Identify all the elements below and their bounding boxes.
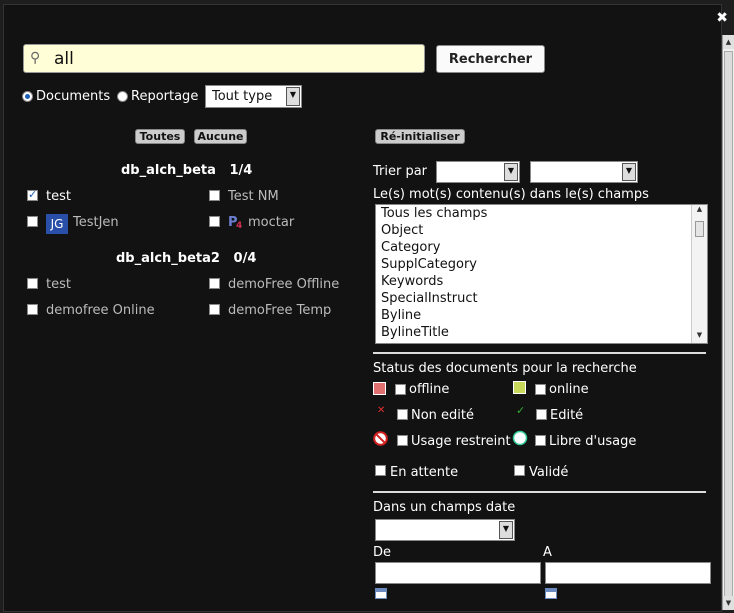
checkbox-testjen[interactable] <box>27 216 38 227</box>
online-square-icon <box>513 381 526 394</box>
db-title: db_alch_beta 1/4 <box>121 163 252 178</box>
date-field-select[interactable]: ▼ <box>375 519 515 541</box>
divider <box>373 491 706 493</box>
avatar-jg-icon: JG <box>46 214 68 234</box>
radio-reportage-label: Reportage <box>131 89 199 104</box>
db-item-label: demoFree Offline <box>228 277 340 292</box>
db-count: 1/4 <box>229 163 253 178</box>
checkbox-edite[interactable] <box>536 409 547 420</box>
checkbox-test-2[interactable] <box>27 278 38 289</box>
circle-icon <box>512 430 528 446</box>
status-label: Libre d'usage <box>549 434 637 449</box>
list-item[interactable]: Object <box>376 222 707 239</box>
sort-label: Trier par <box>373 164 428 179</box>
scroll-down-icon[interactable]: ▼ <box>723 596 734 610</box>
check-icon: ✓ <box>516 404 526 417</box>
checkbox-moctar[interactable] <box>209 216 220 227</box>
status-label: Non edité <box>411 408 475 423</box>
db-item-label: TestJen <box>73 215 119 230</box>
list-item[interactable]: SpecialInstruct <box>376 290 707 307</box>
checkbox-offline[interactable] <box>395 384 406 395</box>
divider <box>373 352 706 354</box>
no-entry-icon <box>373 431 388 446</box>
status-label: offline <box>409 382 450 397</box>
dialog-scrollbar[interactable]: ▲ ▼ <box>722 35 734 610</box>
db-name: db_alch_beta2 <box>116 251 220 266</box>
scroll-up-icon[interactable]: ▲ <box>692 205 707 217</box>
list-item[interactable]: Tous les champs <box>376 205 707 222</box>
db-item-label: demoFree Temp <box>228 303 332 318</box>
checkbox-non-edite[interactable] <box>397 409 408 420</box>
checkbox-demofree-temp[interactable] <box>209 304 220 315</box>
db-item-label: demofree Online <box>46 303 155 318</box>
date-title: Dans un champs date <box>373 500 516 515</box>
search-input-value: all <box>54 49 74 69</box>
db-name: db_alch_beta <box>121 163 216 178</box>
avatar-p-icon: P4 <box>228 215 243 231</box>
chevron-down-icon: ▼ <box>622 163 636 181</box>
fields-label: Le(s) mot(s) contenu(s) dans le(s) champ… <box>373 187 649 202</box>
scroll-up-icon[interactable]: ▲ <box>723 35 734 49</box>
list-item[interactable]: SupplCategory <box>376 256 707 273</box>
scroll-thumb[interactable] <box>695 221 704 237</box>
radio-documents-label: Documents <box>36 89 111 104</box>
type-select-value: Tout type <box>212 89 273 104</box>
checkbox-demofree-offline[interactable] <box>209 278 220 289</box>
list-item[interactable]: Keywords <box>376 273 707 290</box>
checkbox-valide[interactable] <box>514 465 525 476</box>
offline-square-icon <box>373 382 386 395</box>
status-label: Validé <box>529 465 569 480</box>
from-label: De <box>373 545 392 560</box>
checkbox-demofree-online[interactable] <box>27 304 38 315</box>
chevron-down-icon: ▼ <box>286 87 300 106</box>
close-icon[interactable]: ✖ <box>716 10 728 26</box>
type-select[interactable]: Tout type ▼ <box>205 85 302 108</box>
reset-button[interactable]: Ré-initialiser <box>375 129 465 144</box>
list-item[interactable]: Byline <box>376 307 707 324</box>
radio-documents[interactable] <box>22 91 33 102</box>
radio-reportage[interactable] <box>117 91 128 102</box>
search-icon: ⚲ <box>30 50 41 66</box>
checkbox-en-attente[interactable] <box>375 465 386 476</box>
date-from-input[interactable] <box>375 562 541 584</box>
date-to-input[interactable] <box>545 562 711 584</box>
select-none-button[interactable]: Aucune <box>194 129 247 144</box>
scroll-down-icon[interactable]: ▼ <box>692 331 707 343</box>
checkbox-libre-usage[interactable] <box>535 435 546 446</box>
db-item-label: test <box>46 189 71 204</box>
checkbox-online[interactable] <box>535 384 546 395</box>
calendar-icon[interactable] <box>375 588 387 599</box>
db-title: db_alch_beta2 0/4 <box>116 251 256 266</box>
db-item-label: moctar <box>248 215 295 230</box>
list-item[interactable]: BylineTitle <box>376 324 707 341</box>
status-label: En attente <box>390 465 459 480</box>
scroll-thumb[interactable] <box>724 51 733 606</box>
status-label: online <box>549 382 589 397</box>
checkbox-test-nm[interactable] <box>209 190 220 201</box>
list-item[interactable]: Category <box>376 239 707 256</box>
search-input[interactable]: ⚲ all <box>23 44 425 73</box>
status-title: Status des documents pour la recherche <box>373 361 637 376</box>
chevron-down-icon: ▼ <box>499 521 513 539</box>
checkbox-usage-restreint[interactable] <box>397 435 408 446</box>
status-label: Edité <box>550 408 584 423</box>
fields-listbox[interactable]: Tous les champs Object Category SupplCat… <box>375 204 708 344</box>
db-item-label: Test NM <box>228 189 279 204</box>
cross-icon: ✕ <box>377 405 386 416</box>
checkbox-test[interactable] <box>27 188 38 201</box>
db-count: 0/4 <box>233 251 257 266</box>
status-label: Usage restreint <box>411 434 511 449</box>
sort-select-1[interactable]: ▼ <box>436 161 520 183</box>
calendar-icon[interactable] <box>545 588 557 599</box>
select-all-button[interactable]: Toutes <box>135 129 185 144</box>
listbox-scrollbar[interactable]: ▲ ▼ <box>691 205 707 343</box>
search-button[interactable]: Rechercher <box>436 45 545 73</box>
to-label: A <box>543 545 552 560</box>
chevron-down-icon: ▼ <box>504 163 518 181</box>
sort-select-2[interactable]: ▼ <box>530 161 638 183</box>
db-item-label: test <box>46 277 71 292</box>
